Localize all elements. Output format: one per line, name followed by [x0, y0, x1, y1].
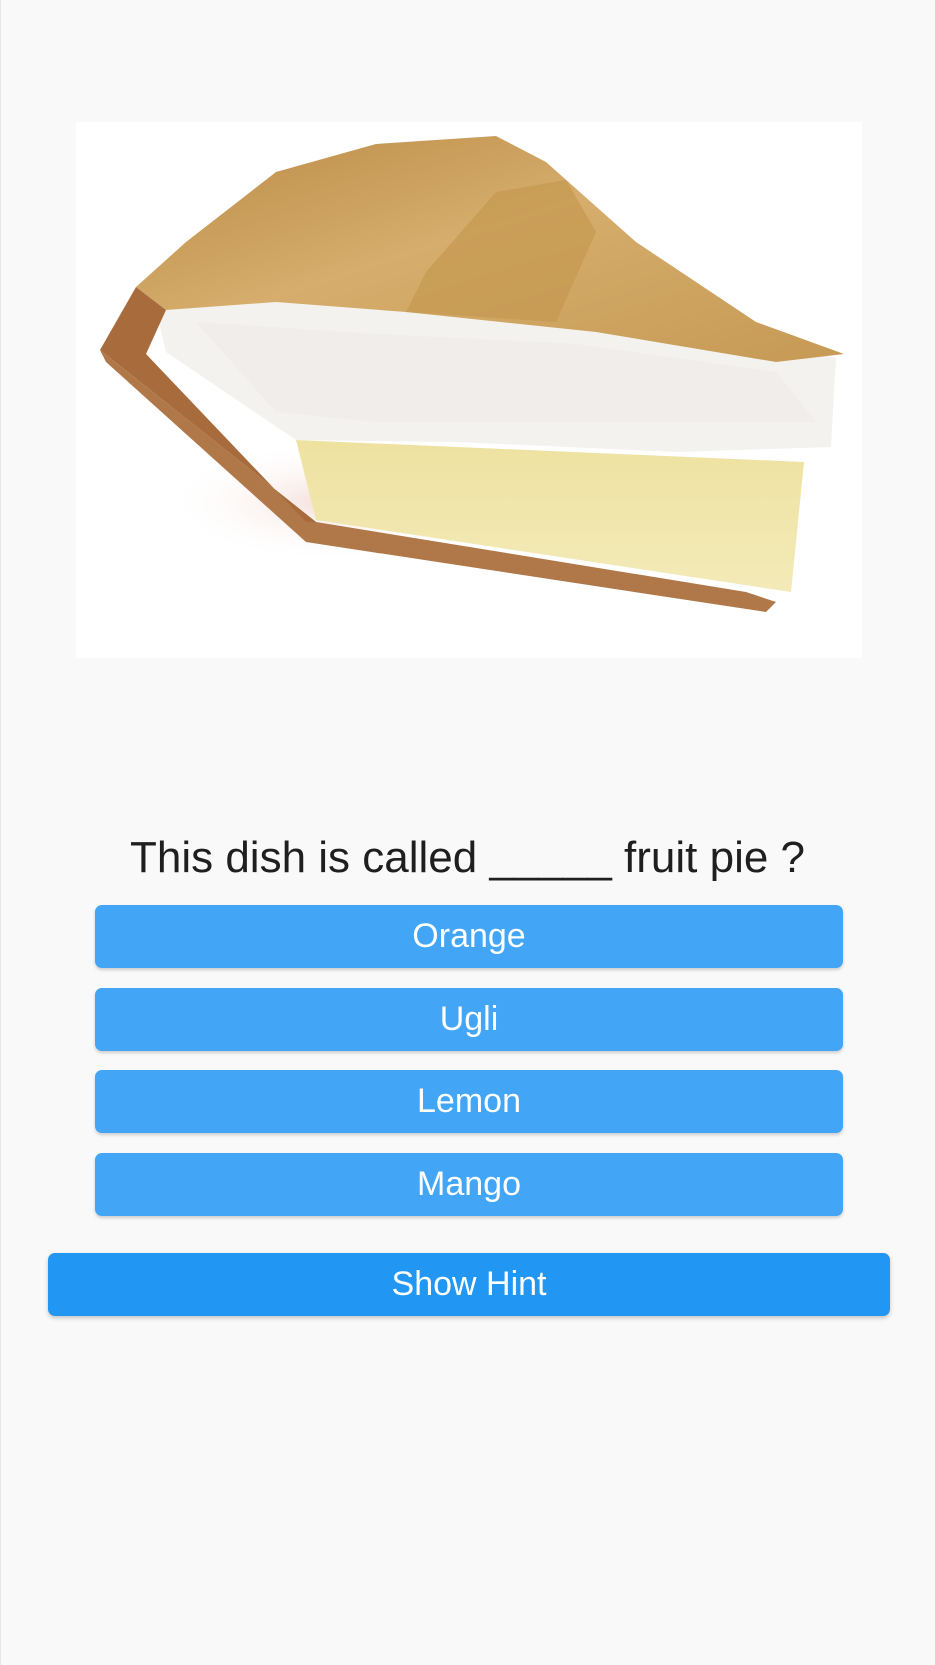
pie-slice-illustration [100, 136, 844, 612]
answer-button-mango[interactable]: Mango [95, 1153, 843, 1216]
answer-button-lemon[interactable]: Lemon [95, 1070, 843, 1133]
answer-button-orange[interactable]: Orange [95, 905, 843, 968]
question-text: This dish is called _____ fruit pie ? [129, 833, 806, 882]
answer-button-ugli[interactable]: Ugli [95, 988, 843, 1051]
quiz-image [76, 122, 862, 658]
show-hint-button[interactable]: Show Hint [48, 1253, 890, 1316]
